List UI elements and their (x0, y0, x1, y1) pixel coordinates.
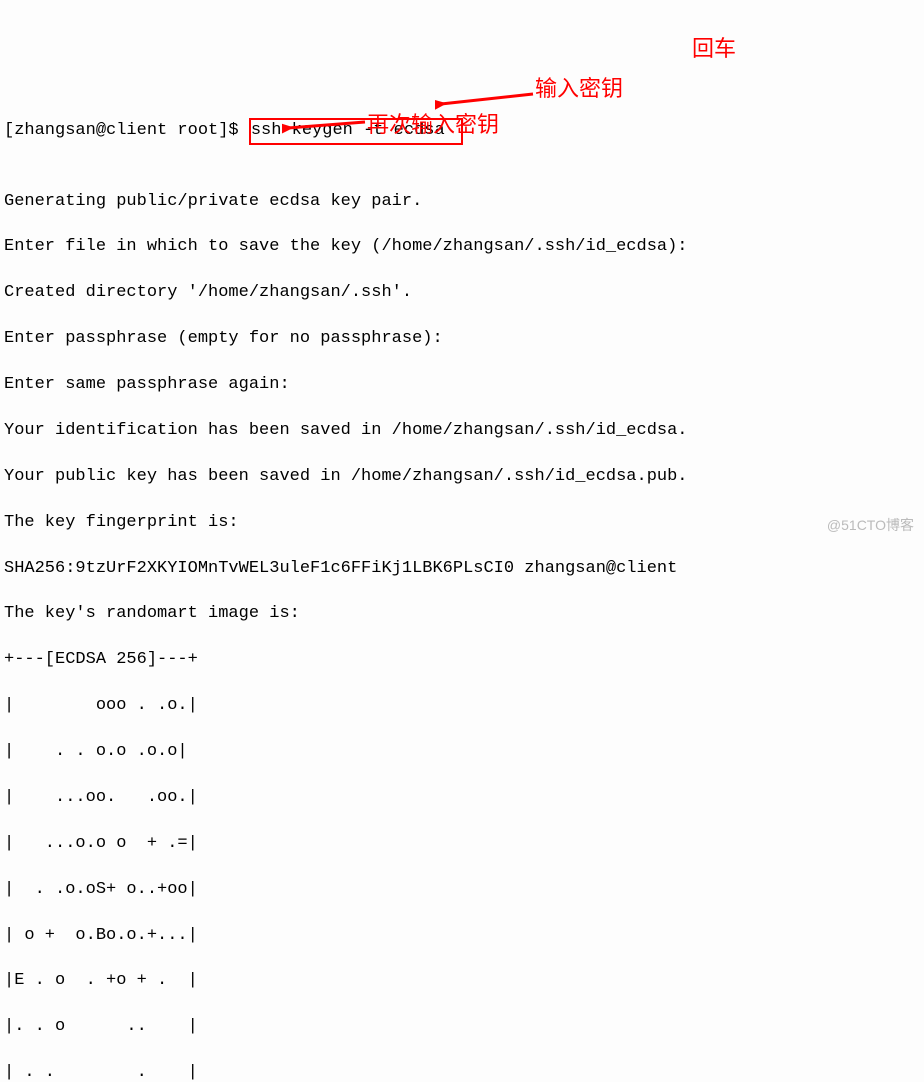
randomart-line: | . . . | (4, 1062, 920, 1082)
terminal-line: Enter same passphrase again: (4, 374, 920, 397)
annotation-enter: 回车 (692, 34, 736, 64)
annotation-passphrase-2: 再次输入密钥 (367, 110, 499, 140)
terminal-line: The key fingerprint is: (4, 512, 920, 535)
terminal-line: SHA256:9tzUrF2XKYIOMnTvWEL3uleF1c6FFiKj1… (4, 558, 920, 581)
shell-prompt: [zhangsan@client root]$ (4, 121, 249, 140)
terminal-line: The key's randomart image is: (4, 603, 920, 626)
terminal-line: Created directory '/home/zhangsan/.ssh'. (4, 282, 920, 305)
watermark: @51CTO博客 (827, 516, 914, 535)
randomart-line: | ooo . .o.| (4, 695, 920, 718)
randomart-line: | o + o.Bo.o.+...| (4, 925, 920, 948)
randomart-line: | ...oo. .oo.| (4, 787, 920, 810)
randomart-line: | ...o.o o + .=| (4, 833, 920, 856)
terminal-line: Enter passphrase (empty for no passphras… (4, 328, 920, 351)
terminal-line: Enter file in which to save the key (/ho… (4, 236, 920, 259)
terminal-line: Your public key has been saved in /home/… (4, 466, 920, 489)
randomart-line: | . . o.o .o.o| (4, 741, 920, 764)
terminal-line: Generating public/private ecdsa key pair… (4, 191, 920, 214)
randomart-line: |. . o .. | (4, 1016, 920, 1039)
randomart-line: | . .o.oS+ o..+oo| (4, 879, 920, 902)
annotation-passphrase-1: 输入密钥 (535, 74, 623, 104)
arrow-to-passphrase-1 (435, 90, 535, 110)
randomart-line: |E . o . +o + . | (4, 970, 920, 993)
randomart-line: +---[ECDSA 256]---+ (4, 649, 920, 672)
terminal-line: Your identification has been saved in /h… (4, 420, 920, 443)
